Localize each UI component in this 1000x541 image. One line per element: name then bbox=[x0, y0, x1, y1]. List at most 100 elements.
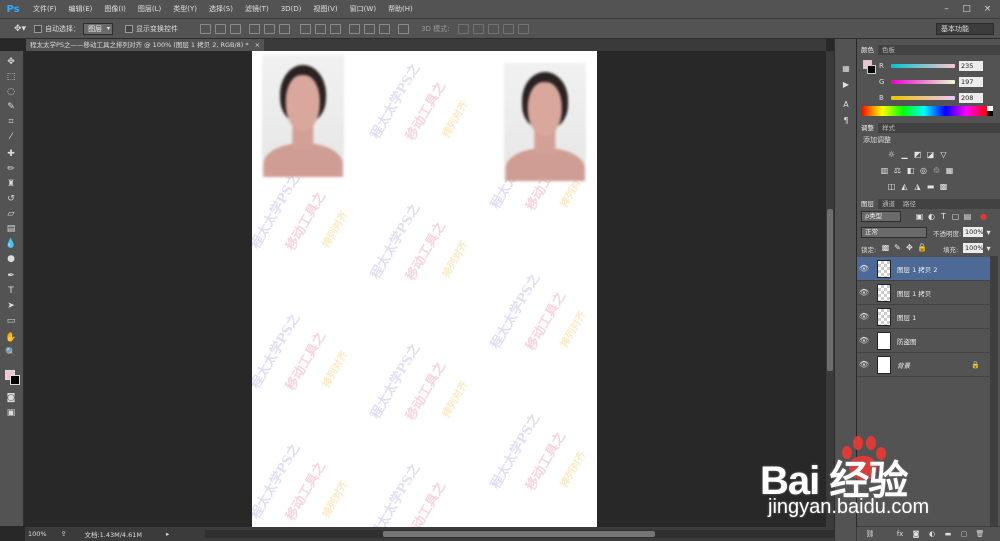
layer-row[interactable]: 👁 图层 1 拷贝 2 bbox=[857, 257, 990, 281]
gradient-tool-icon[interactable]: ▤ bbox=[4, 223, 18, 236]
color-panel-bg-swatch[interactable] bbox=[867, 65, 876, 74]
screen-mode-icon[interactable]: ▣ bbox=[4, 407, 18, 420]
tab-layers[interactable]: 图层 bbox=[857, 199, 878, 209]
visibility-eye-icon[interactable]: 👁 bbox=[857, 312, 871, 321]
color-lookup-icon[interactable]: ▦ bbox=[945, 166, 954, 175]
exposure-icon[interactable]: ◪ bbox=[926, 150, 935, 159]
fill-field[interactable]: 100% bbox=[963, 243, 984, 253]
visibility-eye-icon[interactable]: 👁 bbox=[857, 288, 871, 297]
opacity-dropdown-icon[interactable]: ▾ bbox=[984, 228, 993, 237]
rectangle-tool-icon[interactable]: ▭ bbox=[4, 315, 18, 328]
lock-all-icon[interactable]: 🔒 bbox=[917, 243, 927, 252]
distribute-hcenter-icon[interactable] bbox=[364, 23, 376, 34]
export-icon[interactable]: ⇪ bbox=[61, 530, 67, 538]
color-balance-icon[interactable]: ⚖ bbox=[893, 166, 902, 175]
healing-brush-tool-icon[interactable]: ✚ bbox=[4, 148, 18, 161]
vertical-scroll-thumb[interactable] bbox=[827, 209, 833, 371]
blue-slider[interactable] bbox=[891, 96, 955, 100]
fill-dropdown-icon[interactable]: ▾ bbox=[984, 244, 993, 253]
menu-image[interactable]: 图像(I) bbox=[98, 0, 132, 19]
blend-mode-dropdown[interactable]: 正常 bbox=[861, 227, 927, 238]
zoom-level[interactable]: 100% bbox=[28, 530, 47, 538]
character-panel-icon[interactable]: A bbox=[840, 99, 852, 111]
layer-row[interactable]: 👁 防盗图 bbox=[857, 329, 990, 353]
marquee-tool-icon[interactable]: ⬚ bbox=[4, 71, 18, 84]
opacity-field[interactable]: 100% bbox=[963, 227, 984, 237]
actions-panel-icon[interactable]: ▶ bbox=[840, 79, 852, 91]
distribute-vcenter-icon[interactable] bbox=[315, 23, 327, 34]
document-canvas[interactable]: 程太太学PS之 移动工具之 排列对齐 程太太学PS之 移动工具之 排列对齐 程太… bbox=[252, 51, 597, 527]
gradient-map-icon[interactable]: ▬ bbox=[926, 182, 935, 191]
quick-select-tool-icon[interactable]: ✎ bbox=[4, 101, 18, 114]
filter-adjust-icon[interactable]: ◐ bbox=[927, 212, 936, 221]
menu-type[interactable]: 类型(Y) bbox=[167, 0, 203, 19]
tab-adjustments[interactable]: 调整 bbox=[857, 123, 878, 133]
move-tool-icon[interactable]: ✥ bbox=[4, 56, 18, 69]
horizontal-scrollbar[interactable] bbox=[205, 530, 855, 538]
lasso-tool-icon[interactable]: ◌ bbox=[4, 86, 18, 99]
3d-rotate-icon[interactable] bbox=[457, 23, 469, 34]
history-panel-icon[interactable]: ▦ bbox=[840, 63, 852, 75]
new-adjustment-icon[interactable]: ◐ bbox=[927, 530, 937, 539]
menu-help[interactable]: 帮助(H) bbox=[382, 0, 419, 19]
path-select-tool-icon[interactable]: ➤ bbox=[4, 300, 18, 313]
document-tab[interactable]: 程太太学PS之——移动工具之排列对齐 @ 100% (图层 1 拷贝 2, RG… bbox=[26, 39, 265, 51]
channel-mixer-icon[interactable]: ♲ bbox=[932, 166, 941, 175]
quick-mask-icon[interactable]: ◙ bbox=[4, 392, 18, 405]
posterize-icon[interactable]: ◭ bbox=[900, 182, 909, 191]
hand-tool-icon[interactable]: ✋ bbox=[4, 332, 18, 345]
3d-scale-icon[interactable] bbox=[517, 23, 529, 34]
show-transform-checkbox[interactable] bbox=[125, 24, 134, 33]
clone-stamp-tool-icon[interactable]: ♜ bbox=[4, 178, 18, 191]
filter-toggle-icon[interactable]: ● bbox=[979, 212, 988, 221]
background-color-swatch[interactable] bbox=[10, 375, 20, 385]
type-tool-icon[interactable]: T bbox=[4, 285, 18, 298]
lock-transparent-icon[interactable]: ▩ bbox=[881, 243, 890, 252]
filter-type-icon[interactable]: T bbox=[939, 212, 948, 221]
paragraph-panel-icon[interactable]: ¶ bbox=[840, 115, 852, 127]
filter-pixel-icon[interactable]: ▣ bbox=[915, 212, 924, 221]
black-white-ramp[interactable] bbox=[987, 106, 993, 116]
tab-channels[interactable]: 通道 bbox=[878, 199, 899, 209]
lock-image-icon[interactable]: ✎ bbox=[893, 243, 902, 252]
blue-value-field[interactable]: 208 bbox=[959, 93, 983, 103]
layer-row[interactable]: 👁 图层 1 bbox=[857, 305, 990, 329]
menu-filter[interactable]: 滤镜(T) bbox=[239, 0, 275, 19]
red-slider[interactable] bbox=[891, 64, 955, 68]
align-left-icon[interactable] bbox=[249, 23, 261, 34]
green-value-field[interactable]: 197 bbox=[959, 77, 983, 87]
black-white-icon[interactable]: ◧ bbox=[906, 166, 915, 175]
layer-filter-dropdown[interactable]: ρ类型 bbox=[861, 211, 901, 222]
color-spectrum-bar[interactable] bbox=[861, 106, 987, 116]
workspace-dropdown[interactable]: 基本功能 bbox=[936, 23, 994, 35]
canvas-area[interactable]: 程太太学PS之 移动工具之 排列对齐 程太太学PS之 移动工具之 排列对齐 程太… bbox=[25, 51, 826, 527]
menu-window[interactable]: 窗口(W) bbox=[344, 0, 382, 19]
move-tool-preset-icon[interactable]: ✥▾ bbox=[14, 24, 26, 34]
minimize-icon[interactable]: – bbox=[937, 0, 956, 19]
link-layers-icon[interactable]: ⛓ bbox=[865, 530, 875, 539]
tab-swatches[interactable]: 色板 bbox=[878, 45, 899, 55]
eyedropper-tool-icon[interactable]: ⁄ bbox=[4, 131, 18, 144]
menu-layer[interactable]: 图层(L) bbox=[132, 0, 167, 19]
layer-row[interactable]: 👁 图层 1 拷贝 bbox=[857, 281, 990, 305]
filter-smart-icon[interactable]: ▤ bbox=[963, 212, 972, 221]
tab-styles[interactable]: 样式 bbox=[878, 123, 899, 133]
menu-3d[interactable]: 3D(D) bbox=[275, 0, 308, 19]
visibility-eye-icon[interactable]: 👁 bbox=[857, 360, 871, 369]
3d-roll-icon[interactable] bbox=[472, 23, 484, 34]
levels-icon[interactable]: ▁ bbox=[900, 150, 909, 159]
close-icon[interactable]: × bbox=[978, 0, 997, 19]
distribute-top-icon[interactable] bbox=[300, 23, 312, 34]
visibility-eye-icon[interactable]: 👁 bbox=[857, 336, 871, 345]
add-mask-icon[interactable]: ◙ bbox=[911, 530, 921, 539]
tab-color[interactable]: 颜色 bbox=[857, 45, 878, 55]
zoom-tool-icon[interactable]: 🔍 bbox=[4, 347, 18, 360]
portrait-photo-layer[interactable] bbox=[262, 55, 344, 177]
align-vcenter-icon[interactable] bbox=[215, 23, 227, 34]
3d-slide-icon[interactable] bbox=[502, 23, 514, 34]
status-menu-arrow-icon[interactable]: ▸ bbox=[166, 530, 169, 538]
3d-drag-icon[interactable] bbox=[487, 23, 499, 34]
visibility-eye-icon[interactable]: 👁 bbox=[857, 264, 871, 273]
curves-icon[interactable]: ◩ bbox=[913, 150, 922, 159]
distribute-right-icon[interactable] bbox=[379, 23, 391, 34]
